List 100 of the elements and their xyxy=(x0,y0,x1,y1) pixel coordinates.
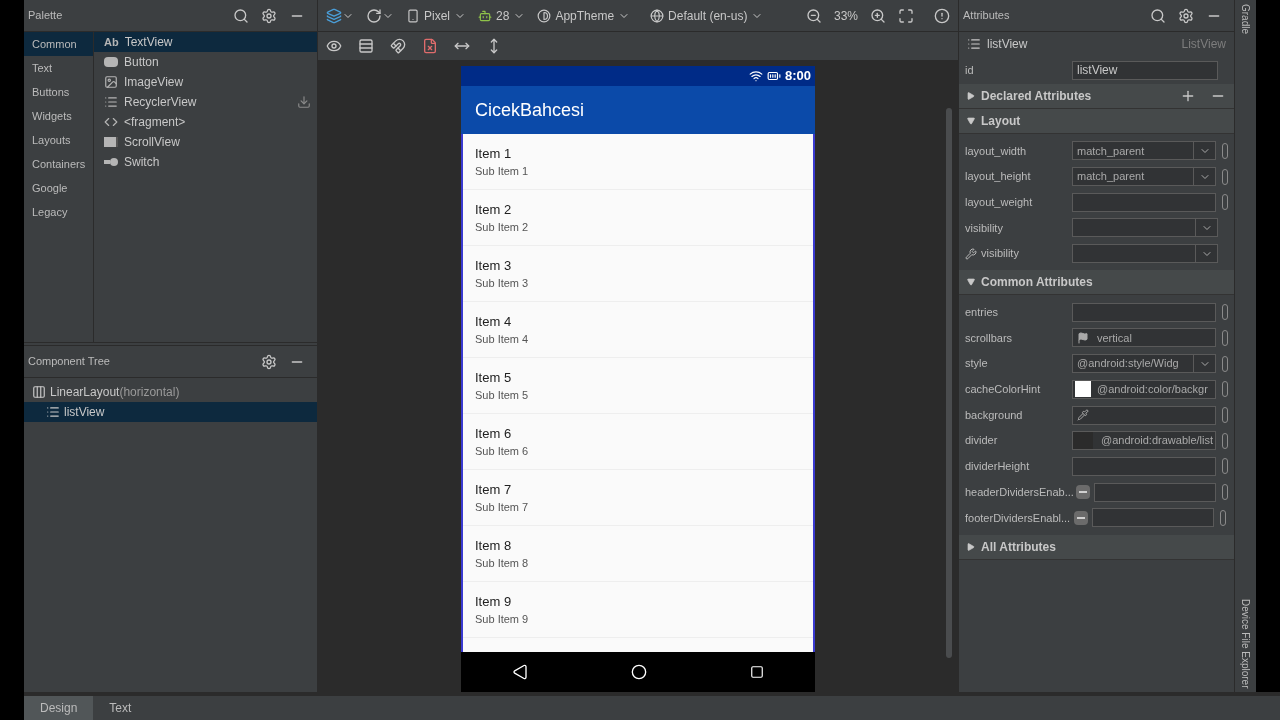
attribute-label: headerDividersEnab... xyxy=(965,484,1074,500)
editor-tab[interactable]: Text xyxy=(93,696,148,720)
list-item-title[interactable]: Item 7 xyxy=(475,479,813,499)
dropdown-field[interactable]: @android:style/Widg xyxy=(1072,354,1195,374)
recents-icon[interactable] xyxy=(749,665,764,679)
theme-icon xyxy=(537,8,552,23)
list-item-subtitle: Sub Item 8 xyxy=(475,556,530,571)
settings-icon[interactable] xyxy=(261,353,277,370)
expand-arrow-icon[interactable] xyxy=(967,92,975,100)
list-item-title[interactable]: Item 1 xyxy=(475,143,813,163)
drawable-field[interactable]: @android:drawable/list xyxy=(1072,431,1217,451)
warning-icon[interactable] xyxy=(934,7,950,24)
tree-item-label: LinearLayout(horizontal) xyxy=(50,384,180,400)
list-item-subtitle: Sub Item 2 xyxy=(475,220,530,235)
eye-icon[interactable] xyxy=(326,38,342,54)
text-field[interactable] xyxy=(1072,192,1217,212)
tree-item[interactable]: LinearLayout(horizontal) xyxy=(24,382,317,402)
list-item-title[interactable]: Item 3 xyxy=(475,255,813,275)
dropdown-field[interactable]: match_parent xyxy=(1072,167,1195,187)
scroll-icon xyxy=(104,137,118,147)
rotate-icon[interactable] xyxy=(366,7,382,24)
settings-icon[interactable] xyxy=(1178,7,1194,24)
status-time: 8:00 xyxy=(784,67,811,86)
api-level-dropdown[interactable]: 28 xyxy=(496,7,510,24)
palette-category[interactable]: Buttons xyxy=(24,80,93,104)
color-picker-field[interactable] xyxy=(1072,405,1217,425)
text-field[interactable] xyxy=(1092,508,1215,528)
dropdown-field[interactable]: match_parent xyxy=(1072,141,1195,161)
list-item-title[interactable]: Item 2 xyxy=(475,199,813,219)
zoom-fit-icon[interactable] xyxy=(898,7,914,24)
text-field[interactable] xyxy=(1094,482,1217,502)
side-tool-tab[interactable]: Gradle xyxy=(1238,4,1253,34)
dropdown-field[interactable] xyxy=(1072,218,1196,238)
list-item-title[interactable]: Item 8 xyxy=(475,535,813,555)
palette-category[interactable]: Containers xyxy=(24,152,93,176)
expand-arrow-icon[interactable] xyxy=(967,117,975,125)
settings-icon[interactable] xyxy=(261,7,277,24)
flag-icon xyxy=(1077,331,1089,344)
code-icon xyxy=(104,115,118,129)
palette-item[interactable]: ImageView xyxy=(124,74,311,90)
magnet-icon[interactable] xyxy=(390,38,406,54)
attribute-label: divider xyxy=(965,433,998,449)
attribute-label: scrollbars xyxy=(965,330,1013,346)
color-field[interactable]: @android:color/backgr xyxy=(1072,379,1217,399)
download-icon[interactable] xyxy=(297,95,311,109)
list-item-subtitle: Sub Item 7 xyxy=(475,500,530,515)
text-field[interactable] xyxy=(1072,302,1217,322)
switch-icon xyxy=(104,158,118,166)
palette-category[interactable]: Layouts xyxy=(24,128,93,152)
tree-item[interactable]: listView xyxy=(24,402,317,422)
locale-dropdown[interactable]: Default (en-us) xyxy=(668,7,748,24)
attribute-label: visibility xyxy=(965,220,1003,236)
wrench-icon xyxy=(965,247,977,260)
add-icon[interactable] xyxy=(1180,88,1196,104)
flag-field[interactable]: vertical xyxy=(1072,328,1217,348)
palette-category[interactable]: Widgets xyxy=(24,104,93,128)
id-field[interactable]: listView xyxy=(1072,60,1218,80)
list-item-title[interactable]: Item 5 xyxy=(475,367,813,387)
expand-arrow-icon[interactable] xyxy=(967,278,975,287)
attribute-label: layout_width xyxy=(965,143,1027,159)
wifi-icon xyxy=(748,69,763,83)
palette-item[interactable]: TextView xyxy=(124,34,311,50)
panel-title: Component Tree xyxy=(28,354,110,370)
palette-item[interactable]: Switch xyxy=(124,154,311,170)
palette-item[interactable]: <fragment> xyxy=(124,114,311,130)
eyedropper-icon[interactable] xyxy=(1077,409,1089,422)
zoom-out-icon[interactable] xyxy=(805,7,822,24)
palette-category[interactable]: Text xyxy=(24,56,93,80)
expand-arrow-icon[interactable] xyxy=(967,542,975,551)
list-item-subtitle: Sub Item 3 xyxy=(475,276,530,291)
list-item-subtitle: Sub Item 6 xyxy=(475,444,530,459)
list-item-title[interactable]: Item 4 xyxy=(475,311,813,331)
search-icon[interactable] xyxy=(1150,7,1166,24)
dropdown-field[interactable] xyxy=(1072,244,1196,264)
rows-icon[interactable] xyxy=(358,38,374,54)
tristate-checkbox[interactable] xyxy=(1076,485,1091,500)
android-icon xyxy=(478,8,492,23)
text-field[interactable] xyxy=(1072,456,1217,476)
editor-tab[interactable]: Design xyxy=(24,696,94,720)
palette-category[interactable]: Common xyxy=(24,32,93,56)
palette-item[interactable]: Button xyxy=(124,54,311,70)
palette-item[interactable]: ScrollView xyxy=(124,134,311,150)
back-icon[interactable] xyxy=(512,664,529,680)
side-tool-tab[interactable]: Device File Explorer xyxy=(1238,598,1253,688)
attribute-label: footerDividersEnabl... xyxy=(965,510,1071,526)
search-icon[interactable] xyxy=(233,7,249,24)
layers-icon[interactable] xyxy=(326,7,342,24)
palette-category[interactable]: Google xyxy=(24,176,93,200)
device-dropdown[interactable]: Pixel xyxy=(424,7,450,24)
palette-item[interactable]: RecyclerView xyxy=(124,94,291,110)
home-icon[interactable] xyxy=(631,664,647,680)
button-icon xyxy=(104,57,118,67)
clear-constraints-icon[interactable] xyxy=(422,38,438,54)
attribute-label: dividerHeight xyxy=(965,459,1030,475)
list-item-title[interactable]: Item 6 xyxy=(475,423,813,443)
tristate-checkbox[interactable] xyxy=(1074,510,1089,525)
list-item-title[interactable]: Item 9 xyxy=(475,591,813,611)
palette-category[interactable]: Legacy xyxy=(24,200,93,224)
theme-dropdown[interactable]: AppTheme xyxy=(555,7,615,24)
zoom-in-icon[interactable] xyxy=(870,7,886,24)
